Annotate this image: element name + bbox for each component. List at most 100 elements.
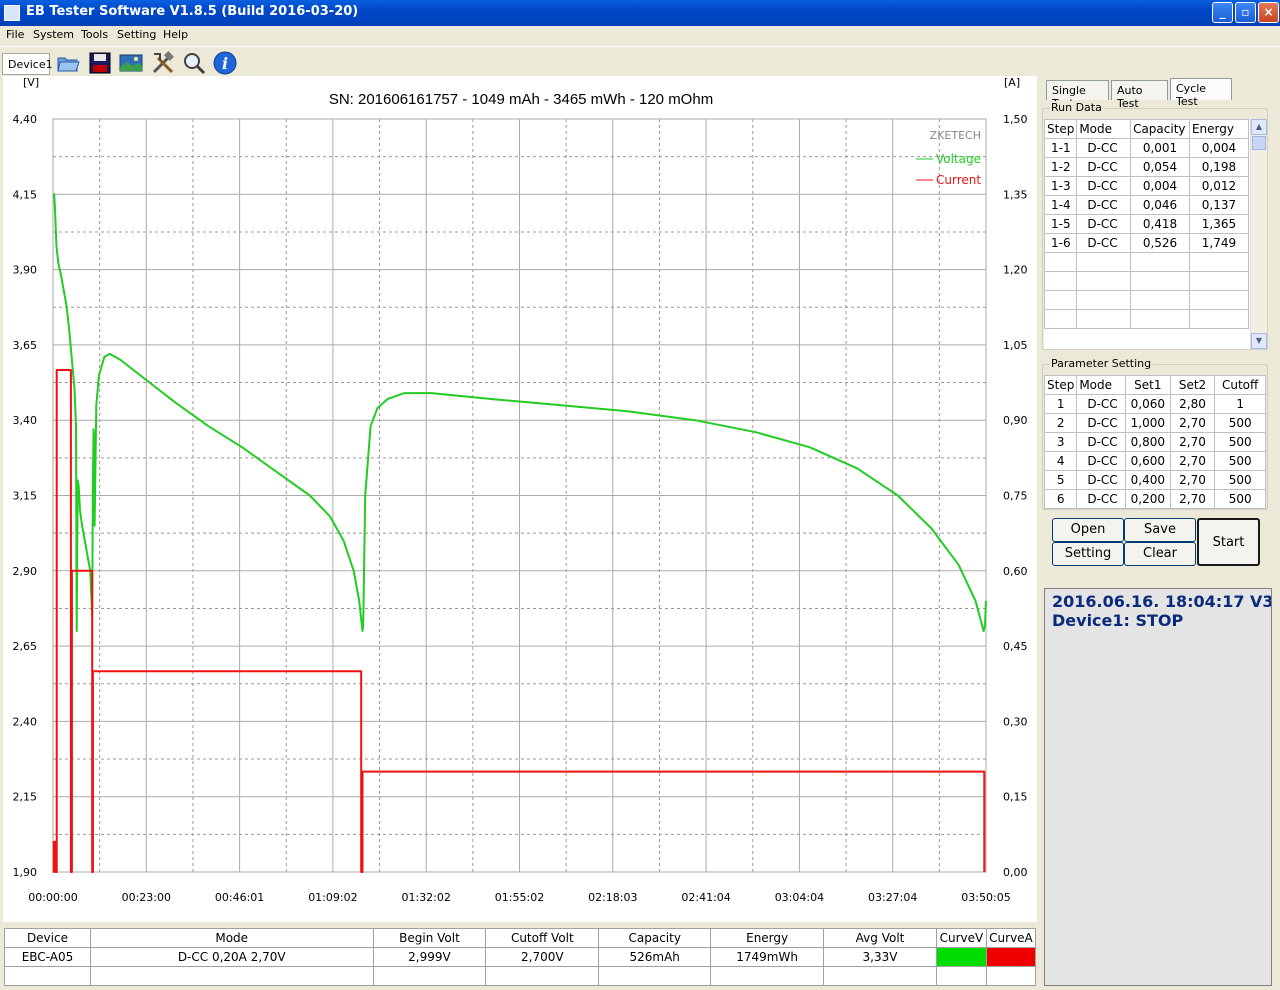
parameter-cell[interactable]: 5 (1043, 470, 1078, 490)
summary-device: EBC-A05 (4, 947, 91, 967)
parameter-cell[interactable]: 4 (1043, 451, 1078, 471)
parameter-cell[interactable]: 0,200 (1124, 489, 1171, 509)
parameter-cell[interactable]: 2,70 (1169, 451, 1216, 471)
save-disk-icon[interactable] (88, 51, 112, 75)
parameter-cell[interactable]: 1 (1214, 394, 1266, 414)
parameter-cell[interactable]: 2,70 (1169, 413, 1216, 433)
parameter-cell[interactable]: 500 (1214, 451, 1266, 471)
parameter-cell[interactable]: 500 (1214, 432, 1266, 452)
run-data-cell: 0,137 (1188, 195, 1250, 215)
summary-header: Device (4, 928, 91, 948)
parameter-cell[interactable]: D-CC (1076, 489, 1126, 509)
scroll-up-arrow-icon[interactable]: ▲ (1251, 119, 1267, 135)
y-left-tick-label: 3,90 (13, 264, 38, 277)
scroll-down-arrow-icon[interactable]: ▼ (1251, 333, 1267, 349)
summary-header-row: Device Mode Begin Volt Cutoff Volt Capac… (4, 928, 1037, 948)
minimize-button[interactable]: _ (1212, 2, 1233, 23)
curve-voltage-color[interactable] (935, 947, 987, 967)
run-data-row[interactable]: 1-5 D-CC 0,418 1,365 (1044, 214, 1250, 234)
header-cutoff: Cutoff (1214, 375, 1266, 395)
search-icon[interactable] (182, 51, 206, 75)
maximize-button[interactable]: ▫ (1235, 2, 1256, 23)
save-button[interactable]: Save (1124, 518, 1196, 542)
close-button[interactable]: × (1258, 2, 1279, 23)
menu-help[interactable]: Help (163, 28, 188, 41)
menu-system[interactable]: System (33, 28, 74, 41)
y-right-tick-label: 0,75 (1003, 490, 1028, 503)
parameter-cell[interactable]: 500 (1214, 413, 1266, 433)
device-tab[interactable]: Device1 (2, 53, 53, 75)
summary-header: Energy (710, 928, 825, 948)
parameter-cell[interactable]: 500 (1214, 470, 1266, 490)
parameter-cell[interactable]: 2,70 (1169, 432, 1216, 452)
legend-current-label: Current (936, 173, 981, 187)
parameter-cell[interactable]: 2,70 (1169, 470, 1216, 490)
open-folder-icon[interactable] (56, 51, 80, 75)
status-panel: 2016.06.16. 18:04:17 V3,0 Device1: STOP (1044, 588, 1272, 986)
y-right-tick-label: 0,30 (1003, 715, 1028, 728)
clear-button[interactable]: Clear (1124, 542, 1196, 566)
y-left-tick-label: 3,65 (13, 339, 38, 352)
y-right-tick-label: 1,20 (1003, 264, 1028, 277)
parameter-cell[interactable]: 500 (1214, 489, 1266, 509)
header-mode: Mode (1076, 119, 1132, 139)
parameter-row[interactable]: 6 D-CC 0,200 2,70 500 (1043, 489, 1266, 509)
parameter-row[interactable]: 4 D-CC 0,600 2,70 500 (1043, 451, 1266, 471)
parameter-cell[interactable]: 6 (1043, 489, 1078, 509)
y-right-tick-label: 1,05 (1003, 339, 1028, 352)
run-data-table: Step Mode Capacity Energy 1-1 D-CC 0,001 0,… (1044, 119, 1250, 329)
x-tick-label: 03:27:04 (868, 891, 917, 904)
run-data-legend: Run Data (1049, 101, 1104, 114)
parameter-cell[interactable]: 2 (1043, 413, 1078, 433)
parameter-cell[interactable]: D-CC (1076, 394, 1126, 414)
parameter-cell[interactable]: D-CC (1076, 451, 1126, 471)
parameter-cell[interactable]: 1 (1043, 394, 1078, 414)
start-button[interactable]: Start (1197, 518, 1260, 566)
run-data-cell: 0,001 (1130, 138, 1190, 158)
info-icon[interactable]: i (213, 51, 237, 75)
parameter-cell[interactable]: 0,060 (1124, 394, 1171, 414)
run-data-row[interactable]: 1-1 D-CC 0,001 0,004 (1044, 138, 1250, 158)
run-data-cell: D-CC (1076, 138, 1132, 158)
parameter-cell[interactable]: 0,800 (1124, 432, 1171, 452)
parameter-cell[interactable]: 1,000 (1124, 413, 1171, 433)
parameter-cell[interactable]: 0,600 (1124, 451, 1171, 471)
setting-button[interactable]: Setting (1052, 542, 1124, 566)
open-button[interactable]: Open (1052, 518, 1124, 542)
left-unit-label: [V] (23, 76, 39, 89)
parameter-row[interactable]: 2 D-CC 1,000 2,70 500 (1043, 413, 1266, 433)
summary-header: Avg Volt (823, 928, 937, 948)
window-title: EB Tester Software V1.8.5 (Build 2016-03… (26, 4, 359, 19)
run-data-row[interactable]: 1-2 D-CC 0,054 0,198 (1044, 157, 1250, 177)
run-data-scrollbar[interactable]: ▲ ▼ (1250, 119, 1267, 349)
menu-file[interactable]: File (6, 28, 24, 41)
run-data-cell: D-CC (1076, 214, 1132, 234)
parameter-cell[interactable]: 0,400 (1124, 470, 1171, 490)
parameter-cell[interactable]: D-CC (1076, 470, 1126, 490)
right-unit-label: [A] (1004, 76, 1020, 89)
run-data-row[interactable]: 1-4 D-CC 0,046 0,137 (1044, 195, 1250, 215)
parameter-row[interactable]: 3 D-CC 0,800 2,70 500 (1043, 432, 1266, 452)
tab-cycle-test[interactable]: Cycle Test (1170, 78, 1232, 108)
test-tabs: Single Test Auto Test Cycle Test (1044, 78, 1274, 110)
run-data-row[interactable]: 1-6 D-CC 0,526 1,749 (1044, 233, 1250, 253)
run-data-row[interactable]: 1-3 D-CC 0,004 0,012 (1044, 176, 1250, 196)
scroll-thumb[interactable] (1252, 136, 1266, 150)
tab-auto-test[interactable]: Auto Test (1111, 80, 1168, 110)
tab-single-test[interactable]: Single Test (1046, 80, 1109, 110)
summary-header: Cutoff Volt (485, 928, 600, 948)
parameter-cell[interactable]: D-CC (1076, 432, 1126, 452)
parameter-cell[interactable]: D-CC (1076, 413, 1126, 433)
parameter-row[interactable]: 1 D-CC 0,060 2,80 1 (1043, 394, 1266, 414)
parameter-row[interactable]: 5 D-CC 0,400 2,70 500 (1043, 470, 1266, 490)
parameter-cell[interactable]: 3 (1043, 432, 1078, 452)
menu-tools[interactable]: Tools (81, 28, 108, 41)
parameter-cell[interactable]: 2,70 (1169, 489, 1216, 509)
curve-current-color[interactable] (985, 947, 1037, 967)
tools-icon[interactable] (151, 51, 175, 75)
parameter-cell[interactable]: 2,80 (1169, 394, 1216, 414)
picture-icon[interactable] (119, 51, 143, 75)
run-data-cell: 0,004 (1188, 138, 1250, 158)
parameter-table: Step Mode Set1 Set2 Cutoff 1 D-CC 0,060 2,8… (1043, 375, 1266, 509)
menu-setting[interactable]: Setting (117, 28, 156, 41)
